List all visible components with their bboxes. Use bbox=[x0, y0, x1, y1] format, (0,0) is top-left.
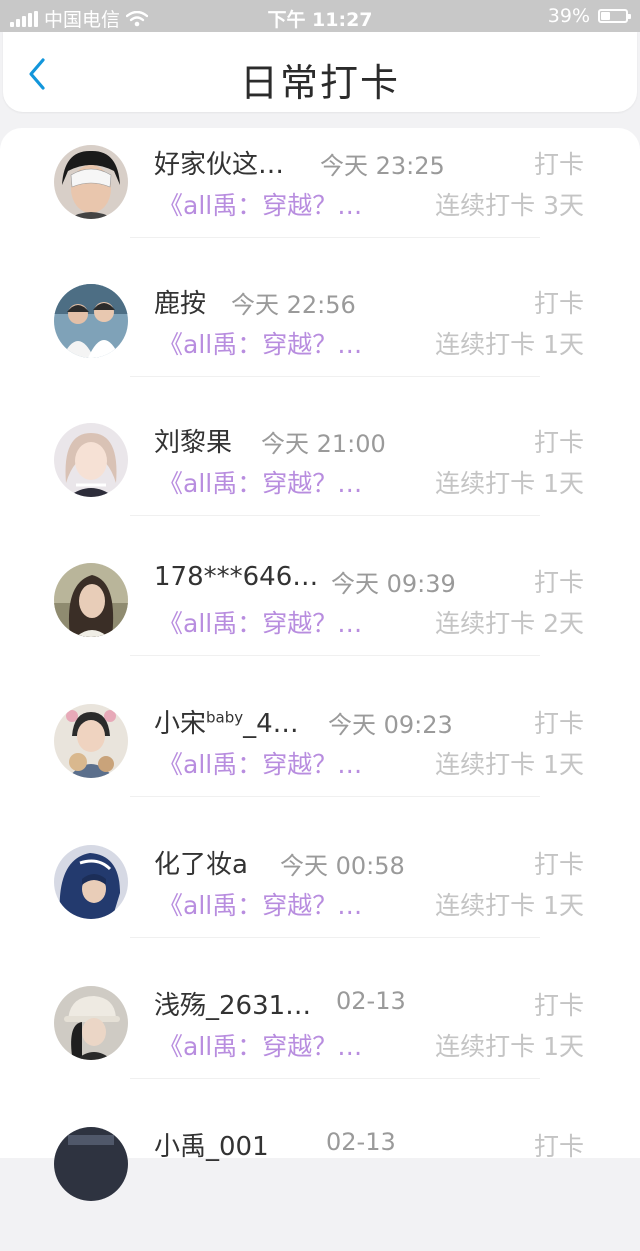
book-title-link[interactable]: 《all禹：穿越？… bbox=[158, 464, 362, 500]
avatar[interactable] bbox=[54, 145, 128, 219]
avatar[interactable] bbox=[54, 704, 128, 778]
checkin-tag: 打卡 bbox=[533, 709, 584, 738]
divider bbox=[130, 237, 540, 238]
checkin-tag: 打卡 bbox=[533, 991, 584, 1020]
list-item[interactable]: 浅殇_2631… 02-13 打卡 《all禹：穿越？… 连续打卡 1天 bbox=[0, 969, 640, 1110]
streak-text: 连续打卡 3天 bbox=[435, 191, 584, 220]
user-name: 小禹_001 bbox=[154, 1132, 269, 1162]
entry-time: 今天 09:23 bbox=[328, 711, 453, 739]
list-item[interactable]: 小禹_001 02-13 打卡 bbox=[0, 1110, 640, 1251]
status-bar: 中国电信 下午 11:27 39% bbox=[0, 0, 640, 32]
divider bbox=[130, 1078, 540, 1079]
list-item[interactable]: 化了妆a 今天 00:58 打卡 《all禹：穿越？… 连续打卡 1天 bbox=[0, 828, 640, 969]
user-name: 刘黎果 bbox=[154, 428, 233, 458]
checkin-tag: 打卡 bbox=[533, 850, 584, 879]
entry-time: 今天 21:00 bbox=[261, 430, 386, 458]
user-name: 178***646… bbox=[154, 562, 319, 592]
entry-time: 今天 09:39 bbox=[331, 570, 456, 598]
status-time: 下午 11:27 bbox=[267, 9, 373, 31]
avatar[interactable] bbox=[54, 845, 128, 919]
list-item[interactable]: 刘黎果 今天 21:00 打卡 《all禹：穿越？… 连续打卡 1天 bbox=[0, 406, 640, 547]
book-title-link[interactable]: 《all禹：穿越？… bbox=[158, 1027, 362, 1063]
avatar[interactable] bbox=[54, 423, 128, 497]
checkin-tag: 打卡 bbox=[533, 428, 584, 457]
battery-icon bbox=[598, 9, 631, 23]
entry-time: 今天 00:58 bbox=[280, 852, 405, 880]
book-title-link[interactable]: 《all禹：穿越？… bbox=[158, 886, 362, 922]
book-title-link[interactable]: 《all禹：穿越？… bbox=[158, 325, 362, 361]
user-name: 好家伙这… bbox=[154, 150, 285, 180]
streak-text: 连续打卡 1天 bbox=[435, 330, 584, 359]
divider bbox=[130, 515, 540, 516]
checkin-tag: 打卡 bbox=[533, 1132, 584, 1161]
avatar[interactable] bbox=[54, 986, 128, 1060]
avatar[interactable] bbox=[54, 1127, 128, 1201]
user-name: 小宋baby_4… bbox=[154, 708, 299, 739]
divider bbox=[130, 937, 540, 938]
page-title: 日常打卡 bbox=[239, 61, 400, 105]
status-right: 39% bbox=[547, 5, 631, 27]
entry-time: 今天 23:25 bbox=[320, 152, 445, 180]
divider bbox=[130, 796, 540, 797]
user-name: 化了妆a bbox=[154, 850, 248, 880]
list-item[interactable]: 好家伙这… 今天 23:25 打卡 《all禹：穿越？… 连续打卡 3天 bbox=[0, 128, 640, 269]
avatar[interactable] bbox=[54, 563, 128, 637]
book-title-link[interactable]: 《all禹：穿越？… bbox=[158, 186, 362, 222]
checkin-tag: 打卡 bbox=[533, 150, 584, 179]
list-item[interactable]: 178***646… 今天 09:39 打卡 《all禹：穿越？… 连续打卡 2… bbox=[0, 546, 640, 687]
divider bbox=[130, 655, 540, 656]
battery-percent: 39% bbox=[547, 5, 590, 27]
checkin-tag: 打卡 bbox=[533, 289, 584, 318]
streak-text: 连续打卡 1天 bbox=[435, 750, 584, 779]
list-item[interactable]: 小宋baby_4… 今天 09:23 打卡 《all禹：穿越？… 连续打卡 1天 bbox=[0, 687, 640, 828]
divider bbox=[130, 376, 540, 377]
book-title-link[interactable]: 《all禹：穿越？… bbox=[158, 745, 362, 781]
streak-text: 连续打卡 1天 bbox=[435, 891, 584, 920]
streak-text: 连续打卡 1天 bbox=[435, 1032, 584, 1061]
list-item[interactable]: 鹿按 今天 22:56 打卡 《all禹：穿越？… 连续打卡 1天 bbox=[0, 267, 640, 408]
avatar[interactable] bbox=[54, 284, 128, 358]
checkin-tag: 打卡 bbox=[533, 568, 584, 597]
user-name: 鹿按 bbox=[154, 289, 207, 319]
entry-time: 02-13 bbox=[326, 1128, 396, 1156]
entry-time: 02-13 bbox=[336, 987, 406, 1015]
streak-text: 连续打卡 2天 bbox=[435, 609, 584, 638]
book-title-link[interactable]: 《all禹：穿越？… bbox=[158, 604, 362, 640]
streak-text: 连续打卡 1天 bbox=[435, 469, 584, 498]
nav-header: 日常打卡 bbox=[3, 32, 637, 112]
checkin-list: 好家伙这… 今天 23:25 打卡 《all禹：穿越？… 连续打卡 3天 鹿按 … bbox=[0, 128, 640, 1201]
user-name: 浅殇_2631… bbox=[154, 991, 312, 1021]
entry-time: 今天 22:56 bbox=[231, 291, 356, 319]
